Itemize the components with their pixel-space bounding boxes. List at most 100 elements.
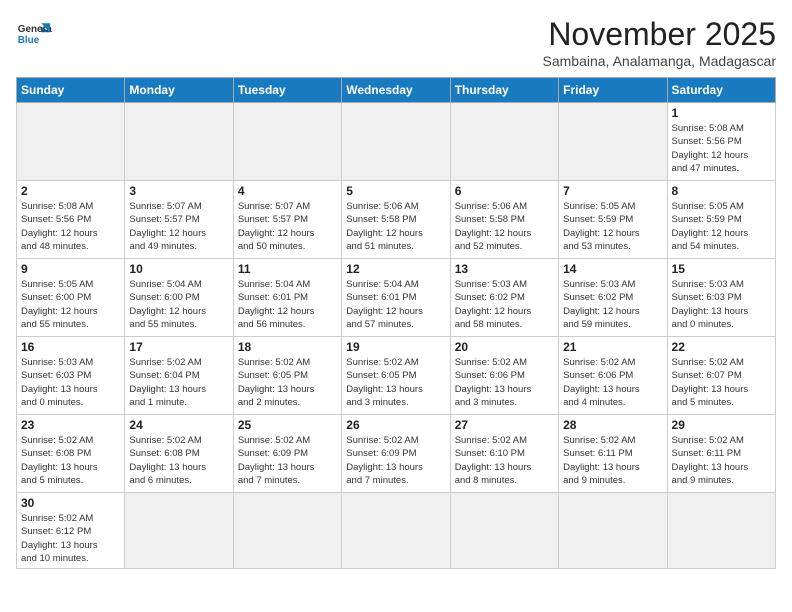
calendar-week-2: 2 Sunrise: 5:08 AM Sunset: 5:56 PM Daylig… bbox=[17, 181, 776, 259]
day-info: Sunrise: 5:03 AM Sunset: 6:03 PM Dayligh… bbox=[672, 278, 771, 331]
day-number: 19 bbox=[346, 340, 445, 354]
day-number: 5 bbox=[346, 184, 445, 198]
svg-text:Blue: Blue bbox=[18, 35, 40, 46]
day-info: Sunrise: 5:06 AM Sunset: 5:58 PM Dayligh… bbox=[455, 200, 554, 253]
day-number: 27 bbox=[455, 418, 554, 432]
day-info: Sunrise: 5:02 AM Sunset: 6:08 PM Dayligh… bbox=[21, 434, 120, 487]
location-subtitle: Sambaina, Analamanga, Madagascar bbox=[543, 53, 776, 69]
calendar-cell: 2 Sunrise: 5:08 AM Sunset: 5:56 PM Daylig… bbox=[17, 181, 125, 259]
calendar-cell: 26 Sunrise: 5:02 AM Sunset: 6:09 PM Dayli… bbox=[342, 415, 450, 493]
calendar-week-1: 1Sunrise: 5:08 AM Sunset: 5:56 PM Daylig… bbox=[17, 103, 776, 181]
col-header-monday: Monday bbox=[125, 78, 233, 103]
header-row: SundayMondayTuesdayWednesdayThursdayFrid… bbox=[17, 78, 776, 103]
day-info: Sunrise: 5:02 AM Sunset: 6:05 PM Dayligh… bbox=[346, 356, 445, 409]
calendar-cell bbox=[233, 493, 341, 569]
calendar-cell: 22Sunrise: 5:02 AM Sunset: 6:07 PM Dayli… bbox=[667, 337, 775, 415]
calendar-cell: 17Sunrise: 5:02 AM Sunset: 6:04 PM Dayli… bbox=[125, 337, 233, 415]
day-info: Sunrise: 5:05 AM Sunset: 5:59 PM Dayligh… bbox=[672, 200, 771, 253]
title-block: November 2025 Sambaina, Analamanga, Mada… bbox=[543, 16, 776, 69]
calendar-cell bbox=[342, 103, 450, 181]
calendar-cell bbox=[233, 103, 341, 181]
calendar-body: 1Sunrise: 5:08 AM Sunset: 5:56 PM Daylig… bbox=[17, 103, 776, 569]
calendar-cell: 21 Sunrise: 5:02 AM Sunset: 6:06 PM Dayli… bbox=[559, 337, 667, 415]
day-info: Sunrise: 5:08 AM Sunset: 5:56 PM Dayligh… bbox=[21, 200, 120, 253]
calendar-cell bbox=[559, 493, 667, 569]
calendar-week-6: 30 Sunrise: 5:02 AM Sunset: 6:12 PM Dayli… bbox=[17, 493, 776, 569]
day-number: 22 bbox=[672, 340, 771, 354]
calendar-cell: 13Sunrise: 5:03 AM Sunset: 6:02 PM Dayli… bbox=[450, 259, 558, 337]
day-info: Sunrise: 5:02 AM Sunset: 6:06 PM Dayligh… bbox=[563, 356, 662, 409]
day-number: 21 bbox=[563, 340, 662, 354]
day-info: Sunrise: 5:07 AM Sunset: 5:57 PM Dayligh… bbox=[129, 200, 228, 253]
calendar-cell: 27 Sunrise: 5:02 AM Sunset: 6:10 PM Dayli… bbox=[450, 415, 558, 493]
day-info: Sunrise: 5:04 AM Sunset: 6:01 PM Dayligh… bbox=[346, 278, 445, 331]
day-number: 4 bbox=[238, 184, 337, 198]
calendar-cell: 9Sunrise: 5:05 AM Sunset: 6:00 PM Daylig… bbox=[17, 259, 125, 337]
day-info: Sunrise: 5:02 AM Sunset: 6:12 PM Dayligh… bbox=[21, 512, 120, 565]
day-number: 13 bbox=[455, 262, 554, 276]
calendar-week-3: 9Sunrise: 5:05 AM Sunset: 6:00 PM Daylig… bbox=[17, 259, 776, 337]
day-info: Sunrise: 5:02 AM Sunset: 6:08 PM Dayligh… bbox=[129, 434, 228, 487]
day-number: 28 bbox=[563, 418, 662, 432]
day-info: Sunrise: 5:02 AM Sunset: 6:11 PM Dayligh… bbox=[672, 434, 771, 487]
col-header-wednesday: Wednesday bbox=[342, 78, 450, 103]
col-header-saturday: Saturday bbox=[667, 78, 775, 103]
day-info: Sunrise: 5:03 AM Sunset: 6:02 PM Dayligh… bbox=[563, 278, 662, 331]
calendar-cell: 18 Sunrise: 5:02 AM Sunset: 6:05 PM Dayli… bbox=[233, 337, 341, 415]
calendar-cell: 16Sunrise: 5:03 AM Sunset: 6:03 PM Dayli… bbox=[17, 337, 125, 415]
logo-svg: General Blue bbox=[16, 16, 52, 52]
calendar-cell bbox=[342, 493, 450, 569]
day-number: 20 bbox=[455, 340, 554, 354]
calendar-cell: 11Sunrise: 5:04 AM Sunset: 6:01 PM Dayli… bbox=[233, 259, 341, 337]
calendar-cell: 10Sunrise: 5:04 AM Sunset: 6:00 PM Dayli… bbox=[125, 259, 233, 337]
calendar-header: SundayMondayTuesdayWednesdayThursdayFrid… bbox=[17, 78, 776, 103]
calendar-cell: 24 Sunrise: 5:02 AM Sunset: 6:08 PM Dayli… bbox=[125, 415, 233, 493]
day-number: 14 bbox=[563, 262, 662, 276]
calendar-week-4: 16Sunrise: 5:03 AM Sunset: 6:03 PM Dayli… bbox=[17, 337, 776, 415]
day-info: Sunrise: 5:02 AM Sunset: 6:10 PM Dayligh… bbox=[455, 434, 554, 487]
calendar-cell: 12 Sunrise: 5:04 AM Sunset: 6:01 PM Dayli… bbox=[342, 259, 450, 337]
day-info: Sunrise: 5:02 AM Sunset: 6:05 PM Dayligh… bbox=[238, 356, 337, 409]
calendar-cell: 19 Sunrise: 5:02 AM Sunset: 6:05 PM Dayli… bbox=[342, 337, 450, 415]
day-number: 2 bbox=[21, 184, 120, 198]
day-info: Sunrise: 5:02 AM Sunset: 6:09 PM Dayligh… bbox=[238, 434, 337, 487]
day-number: 29 bbox=[672, 418, 771, 432]
day-info: Sunrise: 5:06 AM Sunset: 5:58 PM Dayligh… bbox=[346, 200, 445, 253]
calendar-cell bbox=[450, 103, 558, 181]
calendar-cell: 15Sunrise: 5:03 AM Sunset: 6:03 PM Dayli… bbox=[667, 259, 775, 337]
logo: General Blue General Blue bbox=[16, 16, 52, 52]
day-info: Sunrise: 5:03 AM Sunset: 6:03 PM Dayligh… bbox=[21, 356, 120, 409]
calendar-cell: 4 Sunrise: 5:07 AM Sunset: 5:57 PM Daylig… bbox=[233, 181, 341, 259]
calendar-cell: 28 Sunrise: 5:02 AM Sunset: 6:11 PM Dayli… bbox=[559, 415, 667, 493]
calendar-table: SundayMondayTuesdayWednesdayThursdayFrid… bbox=[16, 77, 776, 569]
day-number: 18 bbox=[238, 340, 337, 354]
day-info: Sunrise: 5:08 AM Sunset: 5:56 PM Dayligh… bbox=[672, 122, 771, 175]
day-info: Sunrise: 5:05 AM Sunset: 5:59 PM Dayligh… bbox=[563, 200, 662, 253]
day-number: 9 bbox=[21, 262, 120, 276]
calendar-cell: 5 Sunrise: 5:06 AM Sunset: 5:58 PM Daylig… bbox=[342, 181, 450, 259]
calendar-cell: 3Sunrise: 5:07 AM Sunset: 5:57 PM Daylig… bbox=[125, 181, 233, 259]
calendar-cell: 1Sunrise: 5:08 AM Sunset: 5:56 PM Daylig… bbox=[667, 103, 775, 181]
day-number: 8 bbox=[672, 184, 771, 198]
day-number: 12 bbox=[346, 262, 445, 276]
col-header-thursday: Thursday bbox=[450, 78, 558, 103]
calendar-cell: 23Sunrise: 5:02 AM Sunset: 6:08 PM Dayli… bbox=[17, 415, 125, 493]
day-info: Sunrise: 5:07 AM Sunset: 5:57 PM Dayligh… bbox=[238, 200, 337, 253]
calendar-cell bbox=[125, 493, 233, 569]
day-number: 30 bbox=[21, 496, 120, 510]
calendar-cell: 29 Sunrise: 5:02 AM Sunset: 6:11 PM Dayli… bbox=[667, 415, 775, 493]
calendar-cell bbox=[450, 493, 558, 569]
day-info: Sunrise: 5:02 AM Sunset: 6:11 PM Dayligh… bbox=[563, 434, 662, 487]
day-info: Sunrise: 5:02 AM Sunset: 6:09 PM Dayligh… bbox=[346, 434, 445, 487]
day-number: 25 bbox=[238, 418, 337, 432]
day-number: 17 bbox=[129, 340, 228, 354]
col-header-sunday: Sunday bbox=[17, 78, 125, 103]
day-number: 6 bbox=[455, 184, 554, 198]
day-number: 7 bbox=[563, 184, 662, 198]
day-number: 26 bbox=[346, 418, 445, 432]
day-number: 24 bbox=[129, 418, 228, 432]
calendar-cell: 20Sunrise: 5:02 AM Sunset: 6:06 PM Dayli… bbox=[450, 337, 558, 415]
calendar-cell bbox=[559, 103, 667, 181]
calendar-cell: 14 Sunrise: 5:03 AM Sunset: 6:02 PM Dayli… bbox=[559, 259, 667, 337]
day-number: 11 bbox=[238, 262, 337, 276]
